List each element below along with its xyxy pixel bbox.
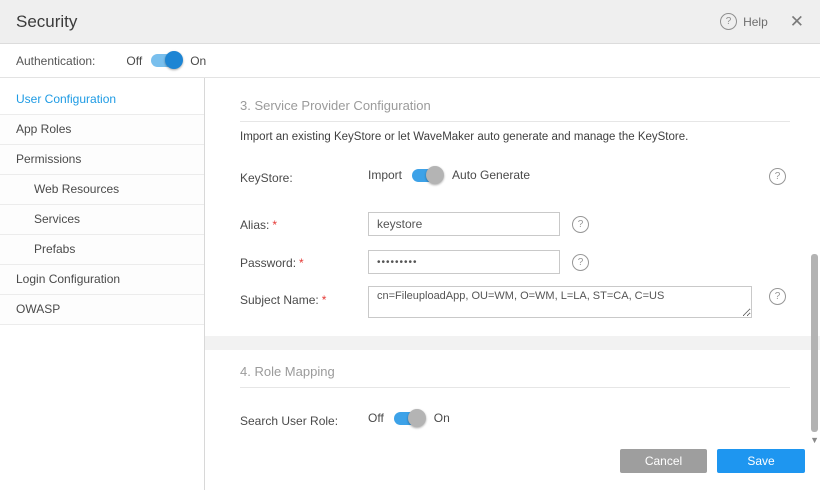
subject-name-textarea[interactable]: cn=FileuploadApp, OU=WM, O=WM, L=LA, ST=…	[368, 286, 752, 318]
sidebar-item-owasp[interactable]: OWASP	[0, 295, 204, 325]
sidebar-item-web-resources[interactable]: Web Resources	[0, 175, 204, 205]
section-title-service-provider: 3. Service Provider Configuration	[240, 98, 431, 113]
authentication-toggle[interactable]	[151, 54, 181, 67]
authentication-off-label: Off	[126, 54, 142, 68]
close-icon[interactable]: ✕	[790, 13, 804, 30]
required-asterisk: *	[272, 218, 277, 232]
keystore-import-label: Import	[368, 168, 402, 182]
scroll-down-icon[interactable]: ▼	[810, 436, 819, 445]
save-button[interactable]: Save	[717, 449, 805, 473]
subject-name-label: Subject Name:*	[240, 293, 326, 307]
required-asterisk: *	[299, 256, 304, 270]
vertical-scrollbar[interactable]: ▼	[810, 84, 818, 442]
keystore-toggle-row: Import Auto Generate	[368, 168, 530, 182]
help-icon[interactable]: ?	[720, 13, 737, 30]
search-user-role-label: Search User Role:	[240, 414, 338, 428]
required-asterisk: *	[322, 293, 327, 307]
sidebar: User Configuration App Roles Permissions…	[0, 78, 205, 490]
sidebar-item-permissions[interactable]: Permissions	[0, 145, 204, 175]
search-user-role-toggle[interactable]	[394, 412, 424, 425]
keystore-toggle[interactable]	[412, 169, 442, 182]
page-title: Security	[16, 12, 77, 32]
sidebar-item-prefabs[interactable]: Prefabs	[0, 235, 204, 265]
authentication-row: Authentication: Off On	[0, 44, 820, 78]
section-title-role-mapping: 4. Role Mapping	[240, 364, 335, 379]
authentication-on-label: On	[190, 54, 206, 68]
authentication-label: Authentication:	[16, 54, 95, 68]
alias-label: Alias:*	[240, 218, 277, 232]
alias-label-text: Alias:	[240, 218, 269, 232]
sidebar-item-user-configuration[interactable]: User Configuration	[0, 85, 204, 115]
section-separator	[205, 336, 820, 350]
keystore-autogenerate-label: Auto Generate	[452, 168, 530, 182]
search-user-role-toggle-row: Off On	[368, 411, 450, 425]
scrollbar-thumb[interactable]	[811, 254, 818, 432]
sidebar-item-services[interactable]: Services	[0, 205, 204, 235]
header-actions: ? Help ✕	[720, 13, 804, 30]
subject-name-label-text: Subject Name:	[240, 293, 319, 307]
help-label[interactable]: Help	[743, 15, 768, 29]
header: Security ? Help ✕	[0, 0, 820, 44]
sidebar-item-app-roles[interactable]: App Roles	[0, 115, 204, 145]
main-content: 3. Service Provider Configuration Import…	[205, 78, 820, 490]
keystore-label: KeyStore:	[240, 171, 293, 185]
divider	[240, 387, 790, 388]
keystore-toggle-knob	[426, 166, 444, 184]
keystore-help-icon[interactable]: ?	[769, 168, 786, 185]
security-dialog: { "header": { "title": "Security", "help…	[0, 0, 820, 490]
subject-name-help-icon[interactable]: ?	[769, 288, 786, 305]
password-help-icon[interactable]: ?	[572, 254, 589, 271]
search-role-on-label: On	[434, 411, 450, 425]
cancel-button[interactable]: Cancel	[620, 449, 707, 473]
search-role-off-label: Off	[368, 411, 384, 425]
password-input[interactable]	[368, 250, 560, 274]
authentication-toggle-knob	[165, 51, 183, 69]
keystore-label-text: KeyStore:	[240, 171, 293, 185]
password-label: Password:*	[240, 256, 304, 270]
alias-help-icon[interactable]: ?	[572, 216, 589, 233]
search-user-role-toggle-knob	[408, 409, 426, 427]
alias-input[interactable]	[368, 212, 560, 236]
password-label-text: Password:	[240, 256, 296, 270]
divider	[240, 121, 790, 122]
sidebar-item-login-configuration[interactable]: Login Configuration	[0, 265, 204, 295]
keystore-description: Import an existing KeyStore or let WaveM…	[240, 131, 688, 143]
